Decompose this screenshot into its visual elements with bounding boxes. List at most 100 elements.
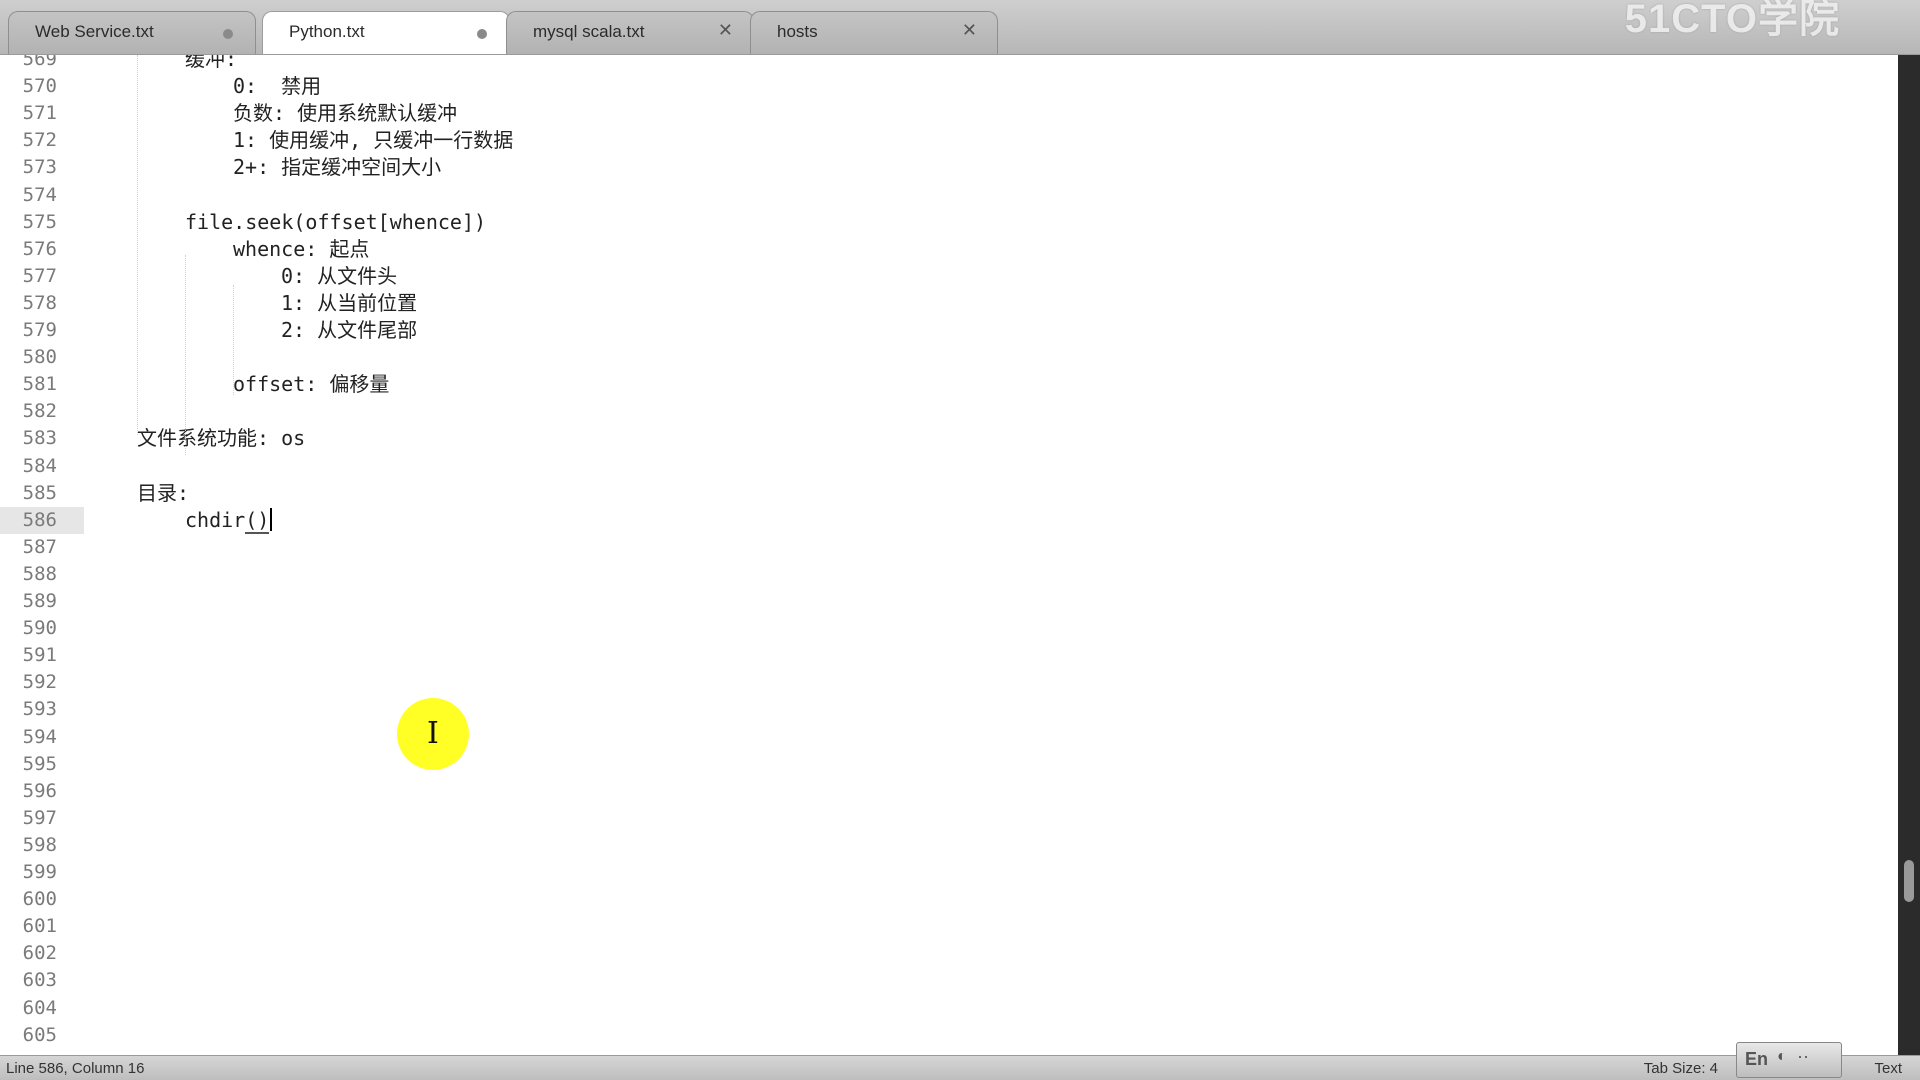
close-icon[interactable]: ✕ <box>718 20 733 41</box>
line-number: 591 <box>22 644 57 667</box>
indent-guide <box>185 255 186 455</box>
code-line[interactable]: 590 <box>0 615 1898 642</box>
code-line[interactable]: 574 <box>0 182 1898 209</box>
line-number: 605 <box>22 1023 57 1046</box>
line-number: 603 <box>22 969 57 992</box>
line-text: 1: 从当前位置 <box>281 290 418 315</box>
ibeam-cursor-icon: I <box>427 716 439 751</box>
line-text: 目录: <box>137 480 190 505</box>
code-line[interactable]: 586 chdir() <box>0 506 1898 534</box>
line-number: 589 <box>22 590 57 612</box>
code-line[interactable]: 581 offset: 偏移量 <box>0 371 1898 398</box>
line-text: 缓冲: <box>185 55 238 71</box>
code-line[interactable]: 575 file.seek(offset[whence]) <box>0 209 1898 236</box>
code-line[interactable]: 598 <box>0 832 1898 859</box>
code-line[interactable]: 593 <box>0 696 1898 723</box>
line-number: 573 <box>22 156 57 179</box>
code-line[interactable]: 592 <box>0 669 1898 696</box>
line-text: 2+: 指定缓冲空间大小 <box>233 155 442 180</box>
modified-dot-icon[interactable] <box>223 29 233 39</box>
line-number: 587 <box>22 535 57 558</box>
line-number: 596 <box>22 779 57 802</box>
line-number: 577 <box>22 264 57 287</box>
code-line[interactable]: 605 <box>0 1022 1898 1049</box>
line-number: 578 <box>22 291 57 314</box>
code-line[interactable]: 595 <box>0 751 1898 778</box>
code-line[interactable]: 600 <box>0 886 1898 913</box>
code-line[interactable]: 582 <box>0 398 1898 425</box>
code-line[interactable]: 588 <box>0 561 1898 588</box>
line-number: 592 <box>22 671 57 694</box>
more-icon: ·· <box>1797 1046 1809 1066</box>
ime-language: En <box>1745 1049 1769 1069</box>
line-text: 文件系统功能: os <box>137 426 306 451</box>
line-number: 599 <box>22 861 57 883</box>
code-line[interactable]: 578 1: 从当前位置 <box>0 290 1898 317</box>
code-line[interactable]: 589 <box>0 588 1898 615</box>
line-number: 590 <box>22 617 57 640</box>
text-caret <box>270 507 273 531</box>
sublime-text-window: Web Service.txt Python.txt mysql scala.t… <box>0 0 1920 1080</box>
line-number: 580 <box>22 346 57 369</box>
indent-guide <box>137 55 138 435</box>
line-number: 584 <box>22 454 57 477</box>
line-number: 595 <box>22 752 57 775</box>
code-line[interactable]: 591 <box>0 642 1898 669</box>
code-line[interactable]: 597 <box>0 805 1898 832</box>
code-line[interactable]: 599 <box>0 859 1898 886</box>
code-line[interactable]: 570 0: 禁用 <box>0 73 1898 100</box>
modified-dot-icon[interactable] <box>477 29 487 39</box>
code-line[interactable]: 601 <box>0 913 1898 940</box>
code-line[interactable]: 587 <box>0 534 1898 561</box>
line-number: 581 <box>22 373 57 396</box>
tab-label: Web Service.txt <box>35 22 154 41</box>
line-number: 582 <box>22 400 57 423</box>
code-line[interactable]: 576 whence: 起点 <box>0 236 1898 263</box>
line-text: chdir() <box>185 507 273 534</box>
line-number: 601 <box>22 915 57 938</box>
ime-indicator[interactable]: En ◐ ·· <box>1736 1042 1842 1078</box>
code-line[interactable]: 594 <box>0 724 1898 751</box>
code-line[interactable]: 584 <box>0 453 1898 480</box>
line-number: 574 <box>22 183 57 206</box>
status-bar: Line 586, Column 16 Tab Size: 4 Text <box>0 1055 1920 1080</box>
line-number: 585 <box>22 481 57 504</box>
code-line[interactable]: 585 目录: <box>0 480 1898 507</box>
line-text: 1: 使用缓冲, 只缓冲一行数据 <box>233 128 514 153</box>
tab-hosts[interactable]: hosts ✕ <box>750 11 998 54</box>
line-number: 572 <box>22 129 57 152</box>
code-line[interactable]: 603 <box>0 967 1898 994</box>
tab-web-service[interactable]: Web Service.txt <box>8 11 256 54</box>
line-text: 0: 禁用 <box>233 74 322 99</box>
code-line[interactable]: 569 缓冲: <box>0 55 1898 73</box>
code-line[interactable]: 596 <box>0 778 1898 805</box>
code-line[interactable]: 604 <box>0 995 1898 1022</box>
line-number: 579 <box>22 319 57 341</box>
code-line[interactable]: 572 1: 使用缓冲, 只缓冲一行数据 <box>0 127 1898 154</box>
line-number: 597 <box>22 806 57 829</box>
line-text: 2: 从文件尾部 <box>281 318 418 342</box>
scrollbar-thumb[interactable] <box>1904 860 1914 902</box>
code-line[interactable]: 583 文件系统功能: os <box>0 425 1898 452</box>
line-number: 575 <box>22 210 57 233</box>
line-number: 569 <box>22 55 57 70</box>
moon-icon: ◐ <box>1777 1048 1787 1065</box>
code-line[interactable]: 577 0: 从文件头 <box>0 263 1898 290</box>
line-number: 571 <box>22 102 57 125</box>
code-line[interactable]: 580 <box>0 344 1898 371</box>
code-line[interactable]: 579 2: 从文件尾部 <box>0 317 1898 344</box>
line-number: 583 <box>22 427 57 450</box>
editor-area[interactable]: 569 缓冲: 570 0: 禁用 571 负数: 使用系统默认缓冲 572 1: 使用缓冲,… <box>0 55 1898 1055</box>
code-line[interactable]: 602 <box>0 940 1898 967</box>
close-icon[interactable]: ✕ <box>962 20 977 41</box>
line-text: file.seek(offset[whence]) <box>185 209 487 234</box>
tab-python[interactable]: Python.txt <box>262 11 510 54</box>
line-number: 602 <box>22 942 57 965</box>
syntax-selector[interactable]: Text <box>1874 1060 1902 1077</box>
tab-label: mysql scala.txt <box>533 22 645 41</box>
tab-mysql-scala[interactable]: mysql scala.txt ✕ <box>506 11 754 54</box>
code-line[interactable]: 573 2+: 指定缓冲空间大小 <box>0 154 1898 181</box>
tab-size-selector[interactable]: Tab Size: 4 <box>1644 1060 1718 1077</box>
vertical-scrollbar[interactable] <box>1898 55 1920 1055</box>
code-line[interactable]: 571 负数: 使用系统默认缓冲 <box>0 100 1898 127</box>
